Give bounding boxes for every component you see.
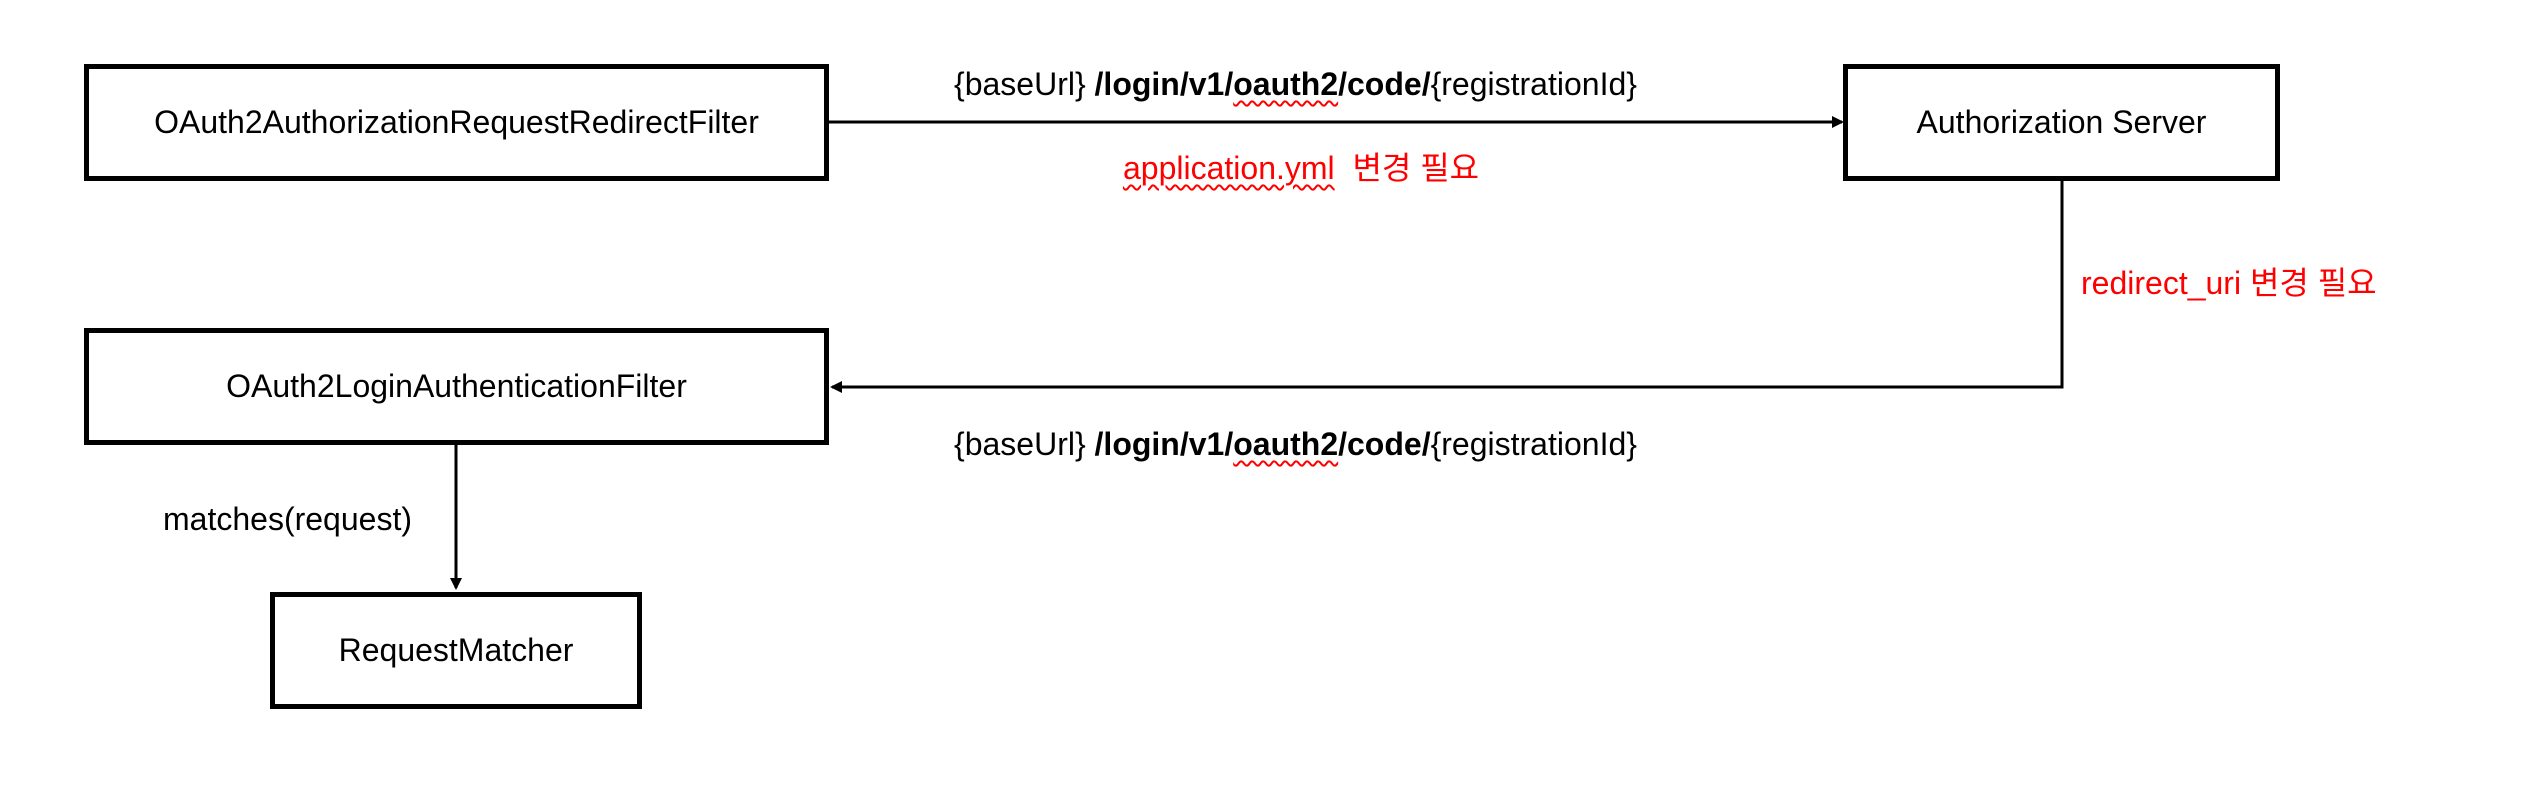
request-matcher-label: RequestMatcher — [338, 632, 574, 668]
top-edge-url-label: {baseUrl} /login/v1/oauth2/code/{registr… — [954, 68, 1637, 100]
application-yml-change-text: 변경 필요 — [1352, 150, 1480, 186]
top-url-base: {baseUrl} — [954, 66, 1086, 102]
application-yml-filename: application.yml — [1123, 150, 1335, 186]
request-matcher-box: RequestMatcher — [270, 592, 642, 709]
matches-request-label: matches(request) — [163, 501, 412, 537]
redirect-filter-box: OAuth2AuthorizationRequestRedirectFilter — [84, 64, 829, 181]
application-yml-note: application.yml 변경 필요 — [1123, 152, 1479, 184]
login-filter-label: OAuth2LoginAuthenticationFilter — [226, 368, 687, 404]
arrow-auth-server-to-login-filter — [830, 180, 2064, 393]
bottom-url-path-login: /login/v1/ — [1094, 426, 1234, 462]
login-filter-box: OAuth2LoginAuthenticationFilter — [84, 328, 829, 445]
bottom-url-registration-id: {registrationId} — [1430, 426, 1637, 462]
top-url-path-login: /login/v1/ — [1094, 66, 1234, 102]
top-url-path-oauth2: oauth2 — [1233, 66, 1339, 102]
authorization-server-label: Authorization Server — [1916, 104, 2207, 140]
top-url-path-code: /code/ — [1338, 66, 1431, 102]
redirect-uri-note: redirect_uri 변경 필요 — [2081, 265, 2377, 301]
top-url-registration-id: {registrationId} — [1430, 66, 1637, 102]
bottom-url-base: {baseUrl} — [954, 426, 1086, 462]
bottom-url-path-oauth2: oauth2 — [1233, 426, 1339, 462]
bottom-url-path-code: /code/ — [1338, 426, 1431, 462]
redirect-filter-label: OAuth2AuthorizationRequestRedirectFilter — [154, 104, 759, 140]
authorization-server-box: Authorization Server — [1843, 64, 2280, 181]
bottom-edge-url-label: {baseUrl} /login/v1/oauth2/code/{registr… — [954, 428, 1637, 460]
